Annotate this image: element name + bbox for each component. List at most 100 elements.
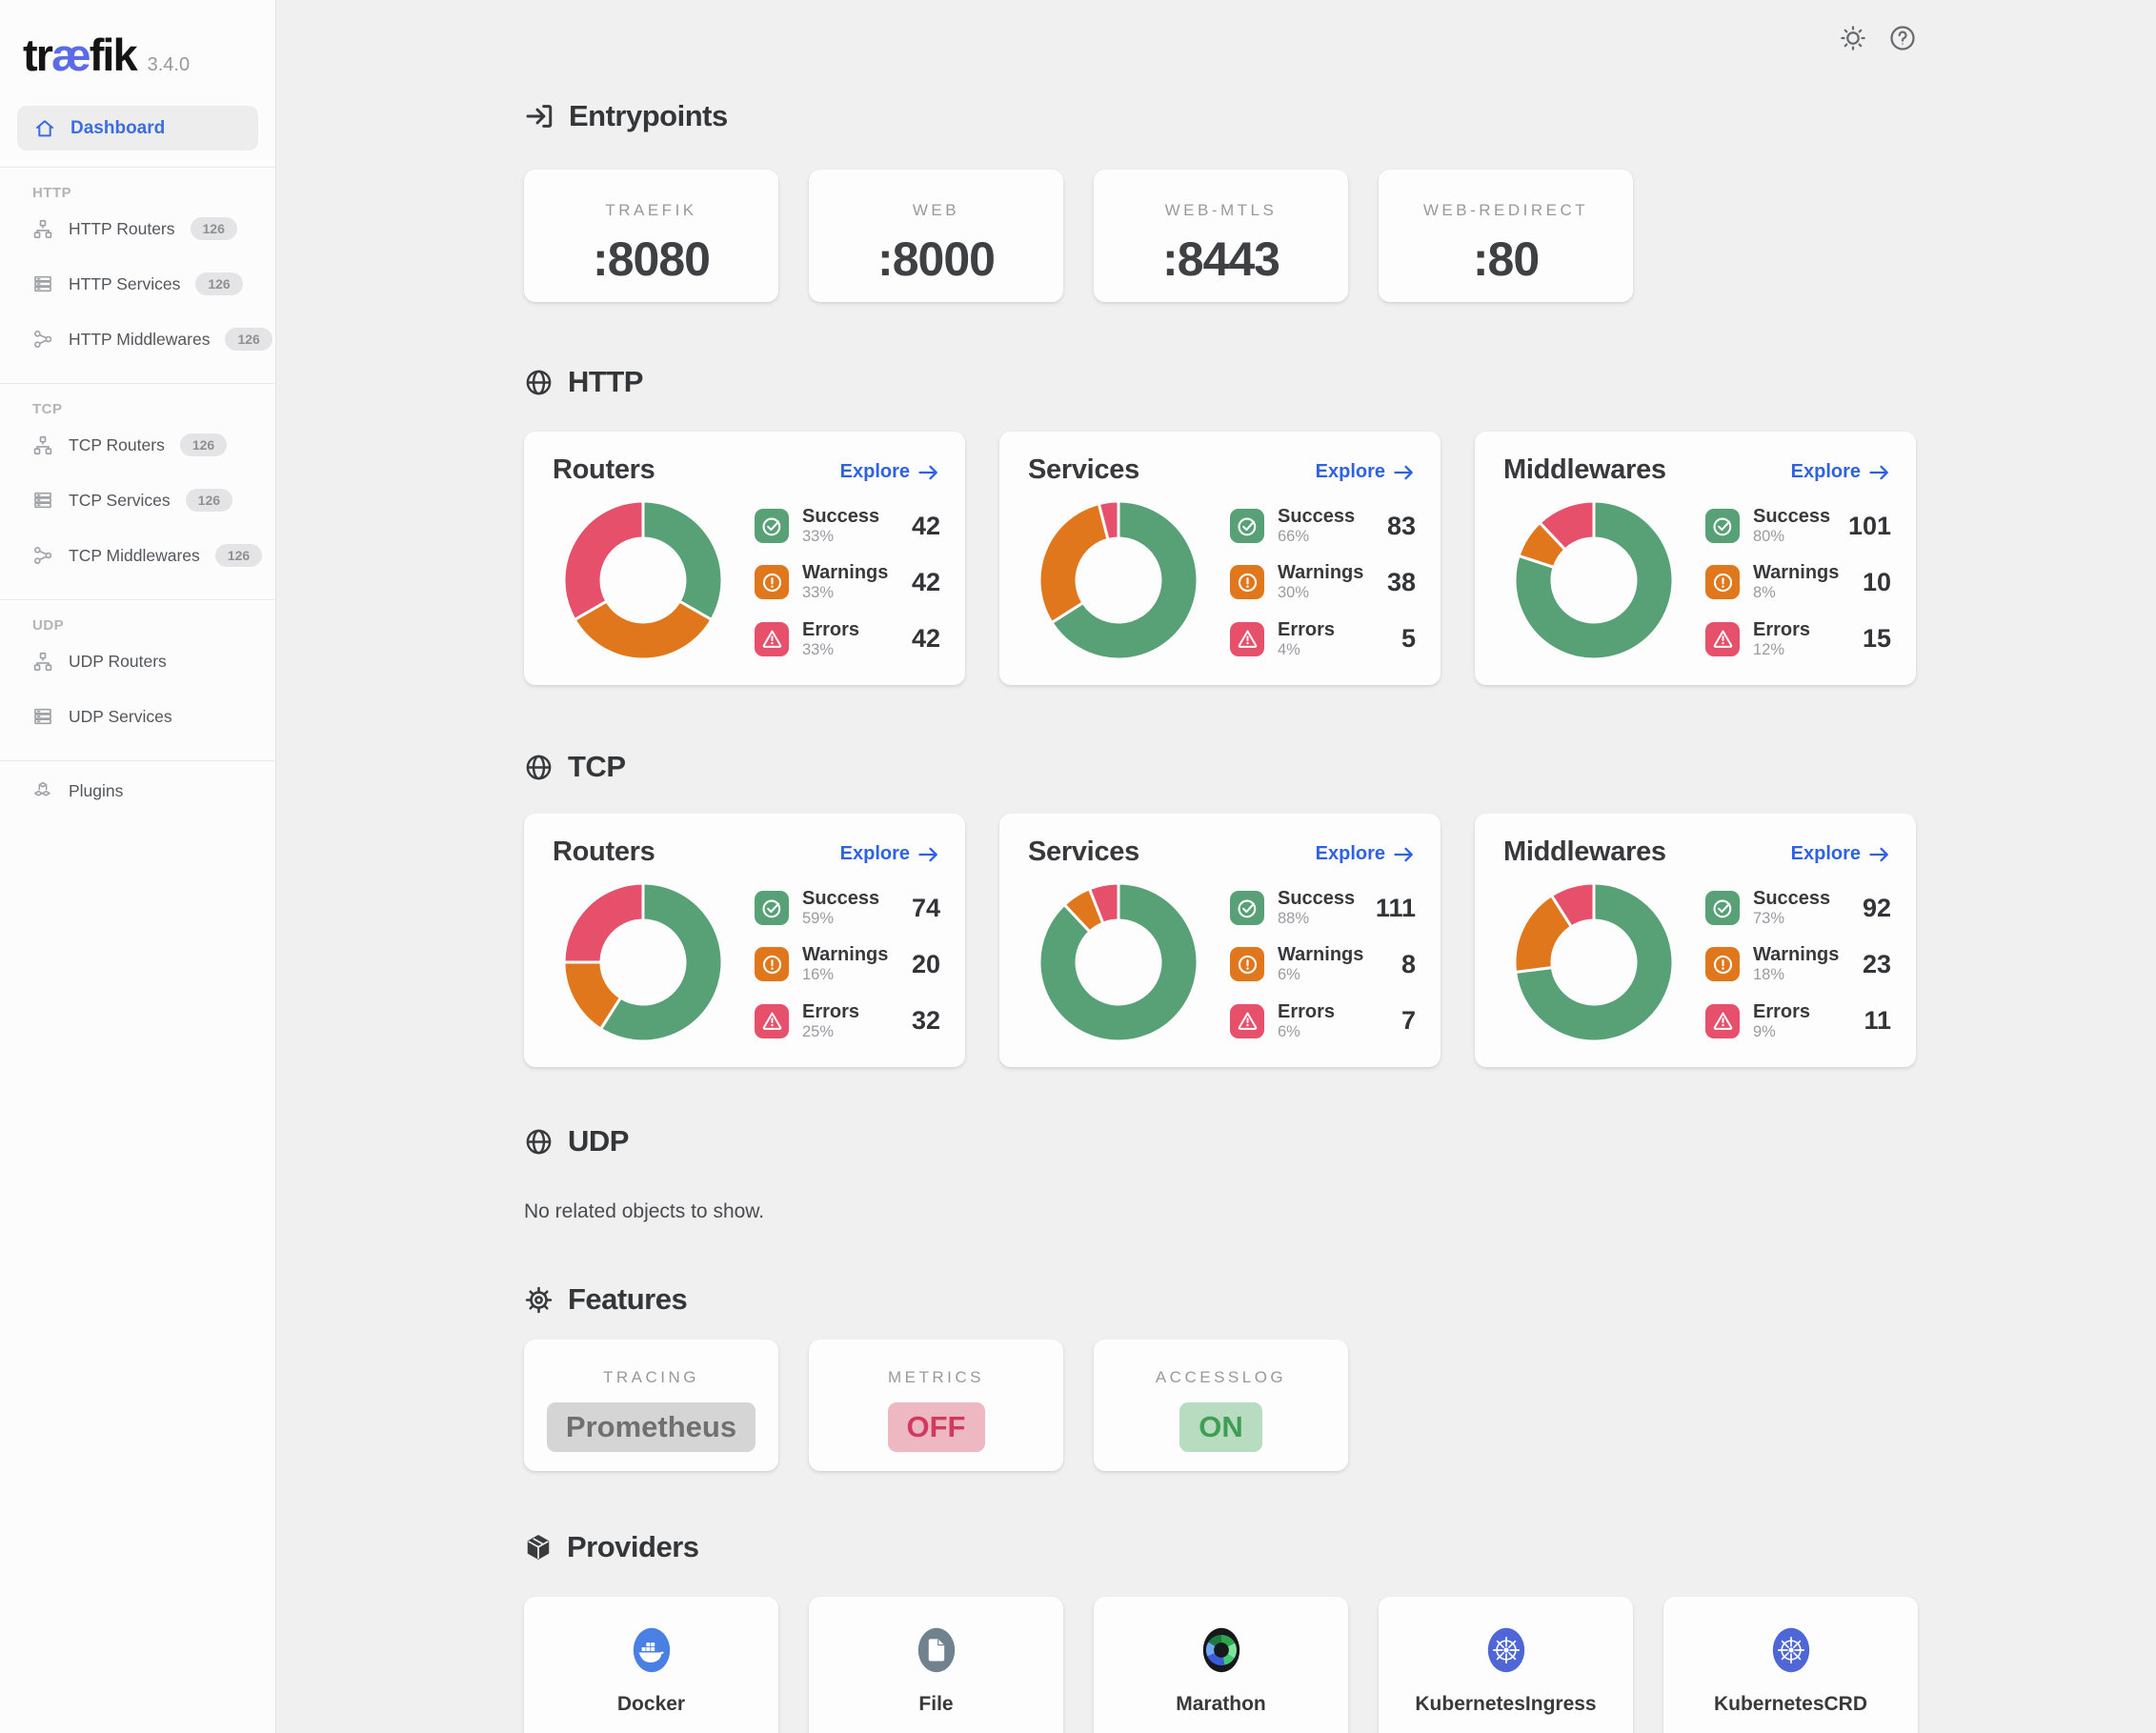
explore-link[interactable]: Explore xyxy=(1316,843,1416,865)
explore-link[interactable]: Explore xyxy=(1791,461,1891,483)
legend-label: Success xyxy=(1753,507,1830,527)
legend-percent: 12% xyxy=(1753,642,1810,658)
provider-name: Marathon xyxy=(1176,1693,1266,1716)
legend-percent: 4% xyxy=(1278,642,1335,658)
donut-chart xyxy=(1513,499,1675,666)
donut-chart xyxy=(1038,881,1199,1048)
legend-percent: 33% xyxy=(802,642,859,658)
legend-label: Errors xyxy=(1753,1002,1810,1022)
entrypoint-card-web-mtls: WEB-MTLS:8443 xyxy=(1094,170,1348,302)
legend-label: Warnings xyxy=(1278,563,1363,583)
explore-link[interactable]: Explore xyxy=(840,843,940,865)
sidebar-item-tcp-routers[interactable]: TCP Routers 126 xyxy=(0,417,275,473)
app-version: 3.4.0 xyxy=(148,54,190,76)
legend-value: 83 xyxy=(1387,512,1416,541)
explore-label: Explore xyxy=(840,843,910,865)
entrypoint-name: TRAEFIK xyxy=(605,201,696,220)
logo-ae: æ xyxy=(51,30,90,80)
count-badge: 126 xyxy=(195,272,242,295)
help-icon[interactable] xyxy=(1888,24,1919,54)
main-content: Entrypoints TRAEFIK:8080WEB:8000WEB-MTLS… xyxy=(276,0,2156,1733)
feature-name: METRICS xyxy=(888,1368,984,1387)
warning-triangle-icon xyxy=(1705,622,1740,656)
feature-status-pill: ON xyxy=(1179,1402,1262,1452)
sidebar-item-label: TCP Middlewares xyxy=(69,546,200,566)
legend-row-warnings: Warnings18%23 xyxy=(1705,945,1891,983)
legend-percent: 8% xyxy=(1753,585,1839,601)
docker-icon xyxy=(629,1622,675,1678)
legend-row-errors: Errors9%11 xyxy=(1705,1002,1891,1040)
legend-value: 42 xyxy=(912,568,940,597)
legend-label: Success xyxy=(802,507,879,527)
entrypoint-port: :8000 xyxy=(877,232,995,287)
legend-percent: 18% xyxy=(1753,967,1839,983)
explore-link[interactable]: Explore xyxy=(1316,461,1416,483)
legend-percent: 88% xyxy=(1278,911,1355,927)
file-icon xyxy=(914,1622,959,1678)
sidebar-item-http-middlewares[interactable]: HTTP Middlewares126 xyxy=(0,312,275,367)
tcp-cards-row: RoutersExploreSuccess59%74Warnings16%20E… xyxy=(524,814,1919,1067)
entrypoint-cards-row: TRAEFIK:8080WEB:8000WEB-MTLS:8443WEB-RED… xyxy=(524,137,1919,302)
legend-value: 38 xyxy=(1387,568,1416,597)
explore-arrow-icon xyxy=(1868,463,1891,482)
count-badge: 126 xyxy=(186,489,232,512)
sidebar-item-udp-routers[interactable]: UDP Routers xyxy=(0,634,275,689)
explore-label: Explore xyxy=(1316,843,1385,865)
routers-icon xyxy=(32,651,53,672)
legend-text: Errors6% xyxy=(1278,1002,1335,1040)
legend-text: Warnings30% xyxy=(1278,563,1363,601)
sidebar-item-label: UDP Routers xyxy=(69,652,167,672)
card-title: Middlewares xyxy=(1503,454,1666,486)
http-services-card: ServicesExploreSuccess66%83Warnings30%38… xyxy=(999,432,1441,685)
count-badge: 126 xyxy=(180,433,227,456)
feature-name: TRACING xyxy=(603,1368,699,1387)
legend-text: Errors25% xyxy=(802,1002,859,1040)
provider-name: File xyxy=(918,1693,953,1716)
legend-row-success: Success59%74 xyxy=(755,889,940,927)
check-circle-icon xyxy=(755,891,789,925)
legend-text: Success73% xyxy=(1753,889,1830,927)
legend-text: Warnings16% xyxy=(802,945,888,983)
legend-row-warnings: Warnings16%20 xyxy=(755,945,940,983)
sidebar-item-label: HTTP Routers xyxy=(69,219,175,239)
sidebar-item-http-routers[interactable]: HTTP Routers126 xyxy=(0,201,275,256)
sidebar-item-label: TCP Routers xyxy=(69,435,165,455)
legend-percent: 25% xyxy=(802,1024,859,1040)
legend-row-errors: Errors4% 5 xyxy=(1230,620,1416,658)
legend-text: Errors4% xyxy=(1278,620,1335,658)
legend-row-success: Success88%111 xyxy=(1230,889,1416,927)
warning-triangle-icon xyxy=(755,622,789,656)
entrypoint-name: WEB-REDIRECT xyxy=(1423,201,1588,220)
check-circle-icon xyxy=(1705,891,1740,925)
services-icon xyxy=(32,706,53,727)
explore-link[interactable]: Explore xyxy=(1791,843,1891,865)
sidebar-item-tcp-middlewares[interactable]: TCP Middlewares126 xyxy=(0,528,275,583)
entrypoint-port: :8080 xyxy=(593,232,710,287)
legend-percent: 80% xyxy=(1753,529,1830,545)
feature-status-pill: OFF xyxy=(888,1402,985,1452)
legend-text: Errors33% xyxy=(802,620,859,658)
sidebar-item-http-services[interactable]: HTTP Services126 xyxy=(0,256,275,312)
http-heading: HTTP xyxy=(524,361,1919,403)
sidebar-item-label: UDP Services xyxy=(69,707,172,727)
legend-value: 5 xyxy=(1401,624,1416,654)
sidebar-item-dashboard[interactable]: Dashboard xyxy=(17,106,258,151)
legend-row-warnings: Warnings6%8 xyxy=(1230,945,1416,983)
sidebar-item-label: Dashboard xyxy=(71,118,165,139)
routers-icon xyxy=(32,434,53,455)
legend-label: Warnings xyxy=(1753,563,1839,583)
sidebar-item-plugins[interactable]: Plugins xyxy=(0,763,275,818)
explore-link[interactable]: Explore xyxy=(840,461,940,483)
provider-card-marathon: Marathon xyxy=(1094,1597,1348,1733)
legend-label: Errors xyxy=(1753,620,1810,640)
legend-value: 10 xyxy=(1863,568,1891,597)
section-title: Entrypoints xyxy=(569,99,728,133)
provider-card-kubernetescrd: KubernetesCRD xyxy=(1663,1597,1918,1733)
provider-card-kubernetesingress: KubernetesIngress xyxy=(1379,1597,1633,1733)
legend-value: 92 xyxy=(1863,894,1891,923)
globe-icon xyxy=(524,1127,554,1157)
theme-sun-icon[interactable] xyxy=(1839,24,1869,54)
chart-legend: Success88%111Warnings6%8Errors6%7 xyxy=(1230,889,1416,1058)
sidebar-item-tcp-services[interactable]: TCP Services126 xyxy=(0,473,275,528)
sidebar-item-udp-services[interactable]: UDP Services xyxy=(0,689,275,744)
